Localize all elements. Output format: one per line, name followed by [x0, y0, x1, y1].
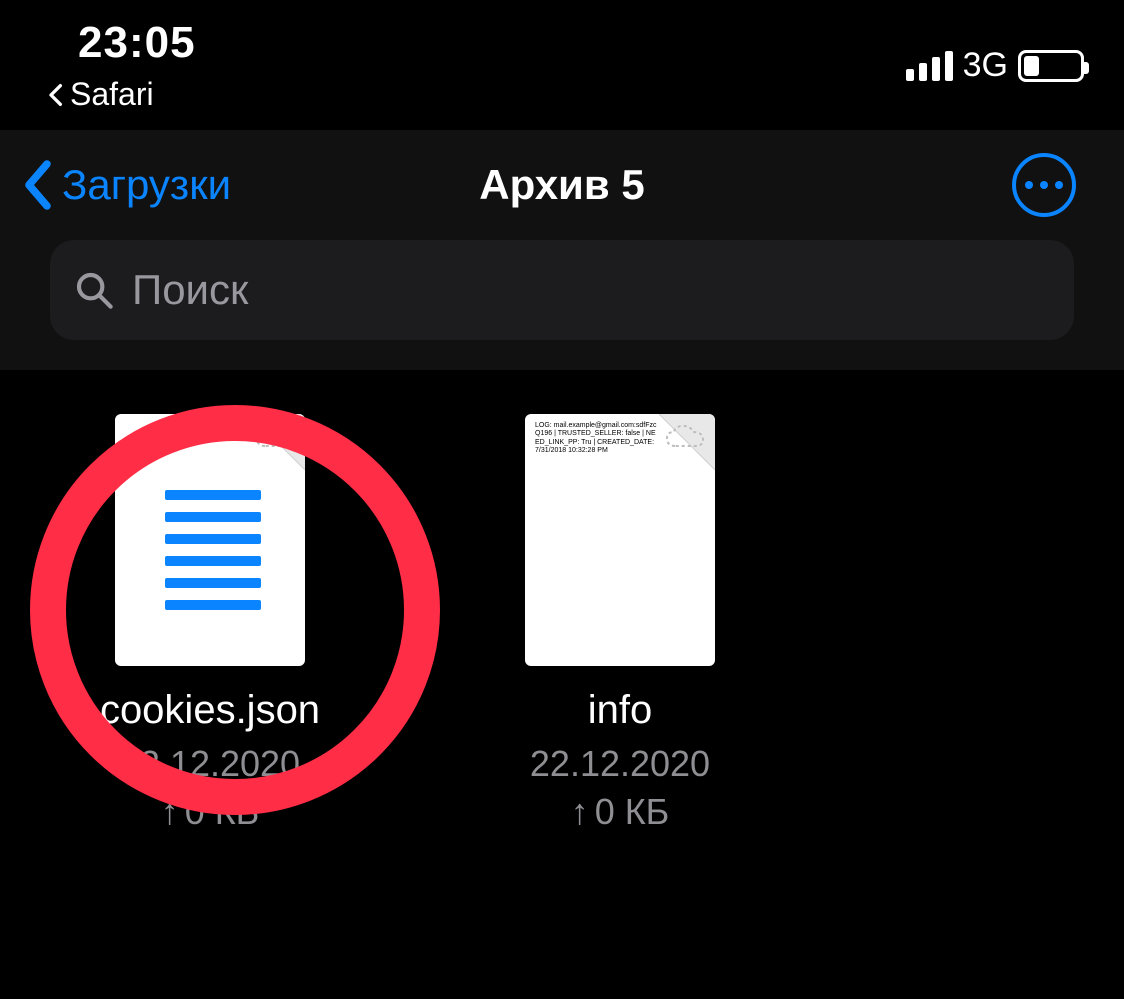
search-icon — [74, 270, 114, 310]
file-grid: cookies.json 22.12.2020 ↑0 КБ LOG: mail.… — [0, 370, 1124, 833]
back-app-label: Safari — [70, 76, 154, 113]
file-item-cookies-json[interactable]: cookies.json 22.12.2020 ↑0 КБ — [60, 414, 360, 833]
txt-preview-icon: LOG: mail.example@gmail.com:sdfFzcQ196 |… — [535, 422, 657, 456]
back-label: Загрузки — [62, 161, 231, 209]
status-bar: 23:05 Safari 3G — [0, 0, 1124, 130]
upload-arrow-icon: ↑ — [571, 791, 589, 833]
back-button[interactable]: Загрузки — [20, 158, 231, 212]
status-left: 23:05 Safari — [40, 18, 196, 113]
battery-icon — [1018, 50, 1084, 82]
more-options-button[interactable] — [1012, 153, 1076, 217]
file-thumbnail — [115, 414, 305, 666]
file-size-label: ↑0 КБ — [161, 791, 260, 833]
back-to-safari[interactable]: Safari — [46, 76, 196, 113]
search-input[interactable]: Поиск — [50, 240, 1074, 340]
search-container: Поиск — [0, 240, 1124, 370]
file-date-label: 22.12.2020 — [530, 743, 710, 785]
dot-icon — [1040, 181, 1048, 189]
status-right: 3G — [906, 18, 1084, 85]
file-date-label: 22.12.2020 — [120, 743, 300, 785]
network-type-label: 3G — [963, 46, 1008, 85]
signal-icon — [906, 51, 953, 81]
battery-fill — [1024, 56, 1039, 76]
page-title: Архив 5 — [479, 161, 644, 209]
file-item-info[interactable]: LOG: mail.example@gmail.com:sdfFzcQ196 |… — [470, 414, 770, 833]
back-caret-icon — [46, 83, 64, 107]
file-name-label: cookies.json — [100, 688, 320, 733]
dot-icon — [1025, 181, 1033, 189]
cloud-sync-icon — [663, 422, 707, 452]
chevron-left-icon — [20, 158, 56, 212]
clock-label: 23:05 — [78, 18, 196, 68]
file-name-label: info — [588, 688, 653, 733]
upload-arrow-icon: ↑ — [161, 791, 179, 833]
cloud-sync-icon — [253, 422, 297, 452]
search-placeholder: Поиск — [132, 266, 248, 314]
dot-icon — [1055, 181, 1063, 189]
nav-bar: Загрузки Архив 5 — [0, 130, 1124, 240]
file-size-label: ↑0 КБ — [571, 791, 670, 833]
json-content-icon — [165, 490, 261, 610]
file-thumbnail: LOG: mail.example@gmail.com:sdfFzcQ196 |… — [525, 414, 715, 666]
